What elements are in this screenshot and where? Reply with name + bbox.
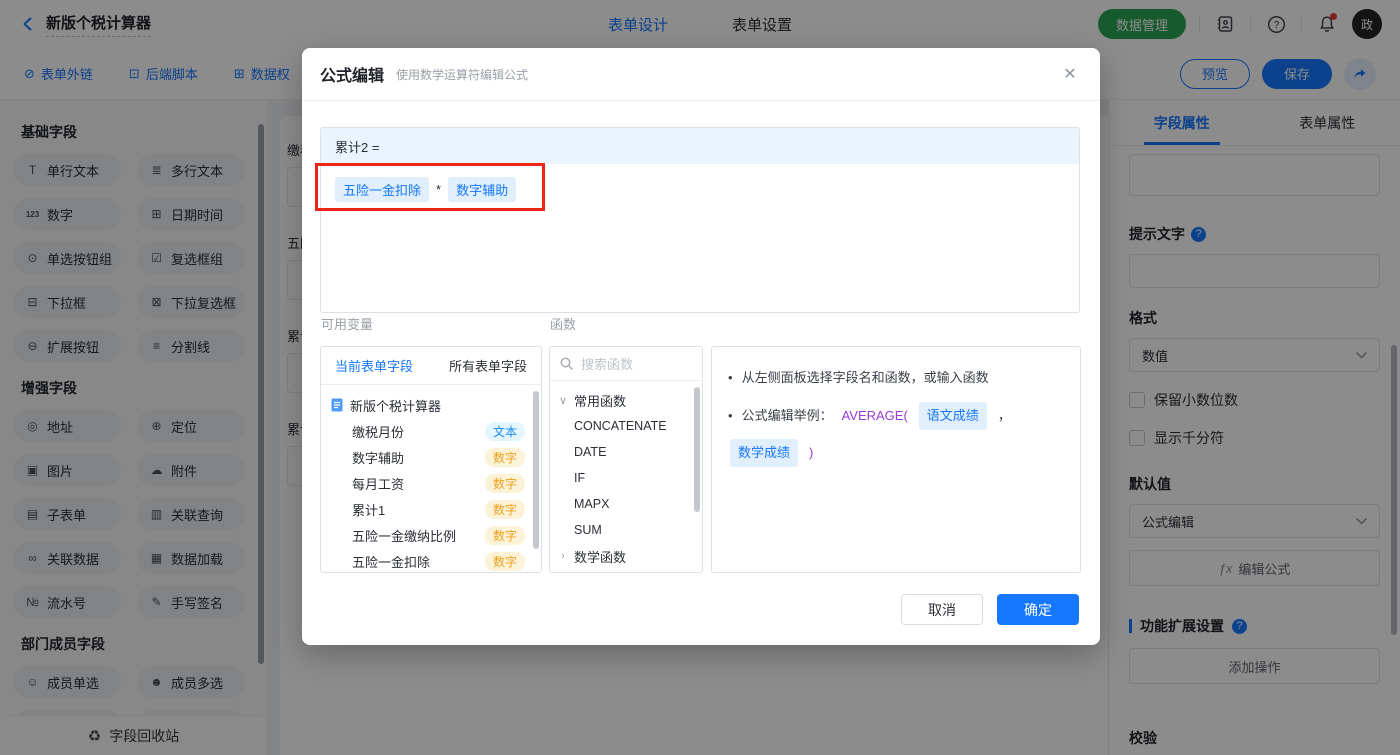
modal-subtitle: 使用数学运算符编辑公式 [396, 67, 529, 82]
chevron-down-icon: ∨ [558, 394, 568, 407]
example-field-pill: 数学成绩 [730, 439, 799, 467]
example-function-text: AVERAGE( [841, 408, 908, 423]
variable-row[interactable]: 累计1 数字 [321, 496, 541, 522]
variable-name: 五险一金缴纳比例 [352, 528, 457, 544]
variables-tree: 新版个税计算器 缴税月份 文本 数字辅助 数字 每月工资 数字 累计1 数字 五险一金缴纳比例数… [321, 385, 541, 572]
variable-row[interactable]: 缴税月份 文本 [321, 418, 541, 444]
field-type-badge: 数字 [484, 473, 525, 493]
bullet-icon: • [728, 370, 733, 385]
variable-name: 数字辅助 [352, 450, 405, 466]
formula-target: 累计2 = [321, 128, 1079, 164]
variables-tab-1[interactable]: 当前表单字段 [335, 356, 413, 375]
functions-panel: 搜索函数 ∨常用函数CONCATENATEDATEIFMAPXSUM›数学函数›… [549, 346, 703, 573]
field-type-badge: 文本 [484, 421, 525, 441]
cancel-button[interactable]: 取消 [901, 594, 983, 625]
function-item[interactable]: CONCATENATE [550, 413, 702, 439]
function-search-input[interactable]: 搜索函数 [550, 347, 702, 381]
example-function-text: ) [809, 445, 814, 460]
formula-expression[interactable]: 五险一金扣除 * 数字辅助 [321, 164, 1079, 215]
variable-name: 五险一金扣除 [352, 554, 431, 570]
function-group-2[interactable]: › 数学函数 [550, 543, 702, 569]
bullet-icon: • [728, 408, 733, 423]
function-group-1[interactable]: ∨ 常用函数 [550, 387, 702, 413]
variable-row[interactable]: 每月工资 数字 [321, 470, 541, 496]
variables-tabs: 当前表单字段 所有表单字段 [321, 347, 541, 385]
functions-tree: ∨ 常用函数 CONCATENATEDATEIFMAPXSUM › 数学函数 ›文本函数 [550, 381, 702, 574]
functions-scrollbar[interactable] [694, 387, 700, 512]
function-item[interactable]: IF [550, 465, 702, 491]
variable-row[interactable]: 五险一金缴纳比例 数字 [321, 522, 541, 548]
function-group-3[interactable]: ›文本函数 [550, 569, 702, 574]
function-item[interactable]: MAPX [550, 491, 702, 517]
variable-row[interactable]: 数字辅助 数字 [321, 444, 541, 470]
function-group-label: 数学函数 [574, 549, 627, 565]
form-node[interactable]: 新版个税计算器 [321, 392, 541, 418]
form-doc-icon [331, 398, 343, 412]
modal-header: 公式编辑 使用数学运算符编辑公式 [302, 48, 1100, 101]
formula-editor-box[interactable]: 累计2 = 五险一金扣除 * 数字辅助 [320, 127, 1080, 313]
formula-field-token[interactable]: 数字辅助 [448, 177, 517, 202]
function-item[interactable]: DATE [550, 439, 702, 465]
formula-editor-modal: 公式编辑 使用数学运算符编辑公式 ✕ 累计2 = 五险一金扣除 * 数字辅助 可用变… [302, 48, 1100, 645]
close-button[interactable]: ✕ [1060, 64, 1080, 84]
function-group-label: 文本函数 [574, 573, 626, 574]
field-type-badge: 数字 [484, 499, 525, 519]
form-node-label: 新版个税计算器 [350, 398, 442, 414]
example-field-pill: 语文成绩 [918, 402, 987, 430]
app-root: 新版个税计算器 表单设计 表单设置 数据管理 ? 政 ⊘ 表单外链 ⊡ 后端脚本 ⊞ 数据权… [0, 0, 1400, 755]
variables-scrollbar[interactable] [533, 391, 539, 549]
field-type-badge: 数字 [484, 525, 525, 545]
variable-row[interactable]: 五险一金扣除 数字 [321, 548, 541, 572]
variables-tab-2[interactable]: 所有表单字段 [449, 356, 527, 375]
field-type-badge: 数字 [484, 447, 525, 467]
example-text: ， [997, 408, 1011, 423]
help-line-1: • 从左侧面板选择字段名和函数，或输入函数 [728, 367, 1064, 389]
variables-panel: 当前表单字段 所有表单字段 新版个税计算器 缴税月份 文本 数字辅助 数字 每月工资 数字累… [320, 346, 542, 573]
help-line-1-text: 从左侧面板选择字段名和函数，或输入函数 [741, 370, 989, 385]
chevron-right-icon: › [561, 550, 565, 562]
search-icon [560, 357, 573, 370]
example-text: 公式编辑举例： [741, 408, 833, 423]
field-type-badge: 数字 [484, 551, 525, 571]
variables-section-label: 可用变量 [321, 317, 374, 332]
formula-field-token[interactable]: 五险一金扣除 [335, 177, 430, 202]
variable-name: 每月工资 [352, 476, 405, 492]
formula-help-panel: • 从左侧面板选择字段名和函数，或输入函数 • 公式编辑举例： AVERAGE( 语… [711, 346, 1081, 573]
variable-name: 缴税月份 [352, 424, 405, 440]
function-group-label: 常用函数 [574, 393, 627, 409]
function-item[interactable]: SUM [550, 517, 702, 543]
functions-section-label: 函数 [550, 317, 577, 332]
confirm-button[interactable]: 确定 [997, 594, 1079, 625]
variable-name: 累计1 [352, 502, 386, 518]
formula-operator: * [436, 182, 442, 197]
modal-title: 公式编辑 [320, 68, 385, 85]
function-search-placeholder: 搜索函数 [581, 357, 634, 372]
help-line-2: • 公式编辑举例： AVERAGE( 语文成绩 ， 数学成绩) [728, 402, 1064, 467]
